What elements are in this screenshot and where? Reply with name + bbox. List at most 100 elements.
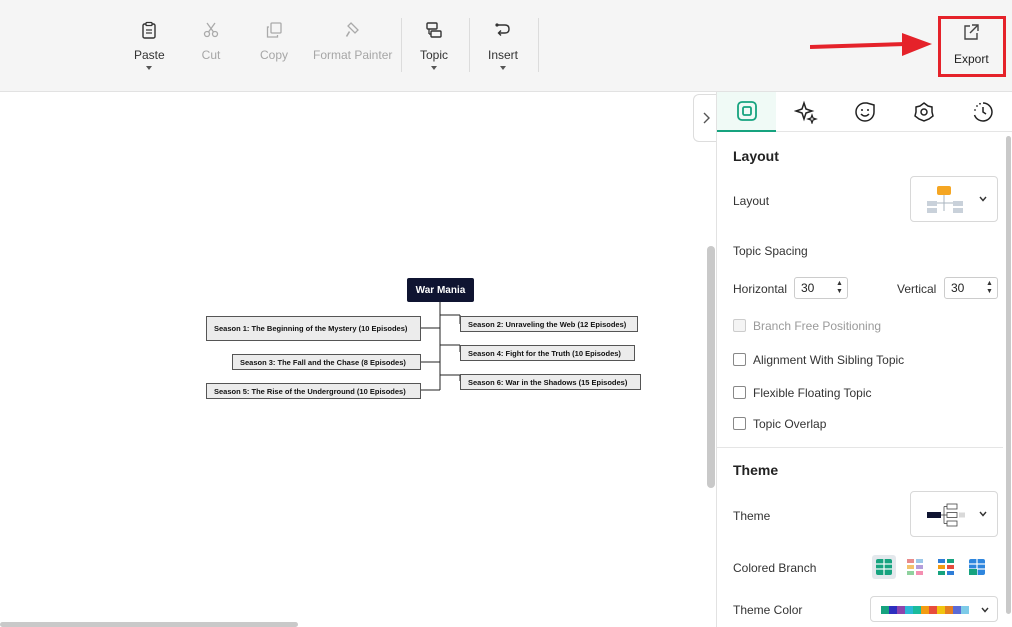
paste-button[interactable]: Paste [134,20,165,70]
colored-branch-option[interactable] [965,555,989,579]
cut-label: Cut [201,48,221,62]
chevron-down-icon[interactable] [146,66,153,70]
mind-map-topic[interactable]: Season 1: The Beginning of the Mystery (… [206,316,421,341]
export-button[interactable]: Export [954,22,989,66]
layout-section-title: Layout [733,148,779,164]
mind-map-topic[interactable]: Season 4: Fight for the Truth (10 Episod… [460,345,635,361]
tab-history[interactable] [953,92,1012,132]
insert-button[interactable]: Insert [488,20,518,70]
chevron-down-icon[interactable] [500,66,506,70]
branch-grid-icon [907,559,923,575]
color-swatch [897,606,905,614]
horizontal-spacing-value: 30 [801,281,815,295]
paint-brush-icon [343,20,363,40]
tab-ai[interactable] [776,92,835,132]
vertical-label: Vertical [897,282,937,296]
color-swatch [913,606,921,614]
colored-branch-option[interactable] [934,555,958,579]
insert-label: Insert [488,48,519,62]
toolbar-divider [538,18,539,72]
alignment-sibling-checkbox[interactable] [733,353,746,366]
mind-map-topic[interactable]: Season 3: The Fall and the Chase (8 Epis… [232,354,421,370]
mind-map-topic[interactable]: Season 6: War in the Shadows (15 Episode… [460,374,641,390]
color-swatch [953,606,961,614]
horizontal-label: Horizontal [733,282,788,296]
insert-relationship-icon [493,20,513,40]
chevron-right-icon [703,112,710,124]
vertical-spacing-value: 30 [951,281,965,295]
paste-label: Paste [134,48,165,62]
theme-label: Theme [733,509,771,523]
chevron-down-icon[interactable] [431,66,437,70]
branch-grid-icon [938,559,954,575]
colored-branch-option[interactable] [872,555,896,579]
tab-theme[interactable] [894,92,953,132]
format-painter-button[interactable]: Format Painter [313,20,392,62]
smiley-icon [854,102,875,122]
chevron-down-icon [981,607,989,613]
panel-tabs [717,92,1012,132]
theme-color-dropdown[interactable] [870,596,998,622]
branch-free-positioning-checkbox[interactable] [733,319,746,332]
export-label: Export [954,52,989,66]
color-swatch [961,606,969,614]
page-style-icon [736,101,757,121]
colored-branch-label: Colored Branch [733,561,817,575]
color-swatch [929,606,937,614]
color-swatch [937,606,945,614]
topic-icon [424,20,444,40]
flexible-floating-checkbox[interactable] [733,386,746,399]
tab-page-style[interactable] [717,92,776,132]
copy-button[interactable]: Copy [260,20,288,62]
settings-flower-icon [913,102,934,122]
topic-button[interactable]: Topic [420,20,448,70]
flexible-floating-label: Flexible Floating Topic [753,386,872,400]
format-painter-label: Format Painter [313,48,393,62]
color-swatch [945,606,953,614]
sparkle-icon [793,100,818,124]
layout-dropdown[interactable] [910,176,998,222]
color-swatch [881,606,889,614]
tab-icons[interactable] [835,92,894,132]
chevron-down-icon [979,511,987,517]
branch-free-positioning-label: Branch Free Positioning [753,319,882,333]
cut-button[interactable]: Cut [201,20,221,62]
topic-label: Topic [420,48,449,62]
alignment-sibling-label: Alignment With Sibling Topic [753,353,905,367]
topic-overlap-checkbox[interactable] [733,417,746,430]
copy-label: Copy [260,48,289,62]
theme-preview-icon [927,503,965,527]
toolbar: Paste Cut Copy Format Painter Topic Inse… [0,0,1012,92]
mind-map-topic[interactable]: Season 2: Unraveling the Web (12 Episode… [460,316,638,332]
theme-dropdown[interactable] [910,491,998,537]
toolbar-divider [469,18,470,72]
branch-grid-icon [969,559,985,575]
theme-section-title: Theme [733,462,779,478]
colored-branch-option[interactable] [903,555,927,579]
central-topic[interactable]: War Mania [407,278,474,302]
topic-spacing-label: Topic Spacing [733,244,808,258]
branch-grid-icon [876,559,892,575]
section-divider [717,447,1003,448]
canvas-horizontal-scrollbar[interactable] [0,622,298,627]
copy-icon [264,20,284,40]
scissors-icon [201,20,221,40]
panel-scrollbar[interactable] [1006,136,1011,614]
layout-preview-icon [927,186,963,213]
theme-color-label: Theme Color [733,603,803,617]
clock-history-icon [973,102,993,122]
canvas-vertical-scrollbar[interactable] [707,246,715,488]
properties-panel: Layout Layout Topic Spacing Horizontal 3… [716,92,1012,627]
spinner-arrows-icon[interactable]: ▲ ▼ [986,280,994,296]
horizontal-spacing-input[interactable]: 30 ▲ ▼ [794,277,848,299]
vertical-spacing-input[interactable]: 30 ▲ ▼ [944,277,998,299]
color-swatch [921,606,929,614]
toolbar-divider [401,18,402,72]
layout-label: Layout [733,194,770,208]
red-arrow-annotation [810,33,932,56]
collapse-panel-button[interactable] [693,94,717,142]
topic-overlap-label: Topic Overlap [753,417,827,431]
spinner-arrows-icon[interactable]: ▲ ▼ [836,280,844,296]
color-swatch [905,606,913,614]
mind-map-topic[interactable]: Season 5: The Rise of the Underground (1… [206,383,421,399]
